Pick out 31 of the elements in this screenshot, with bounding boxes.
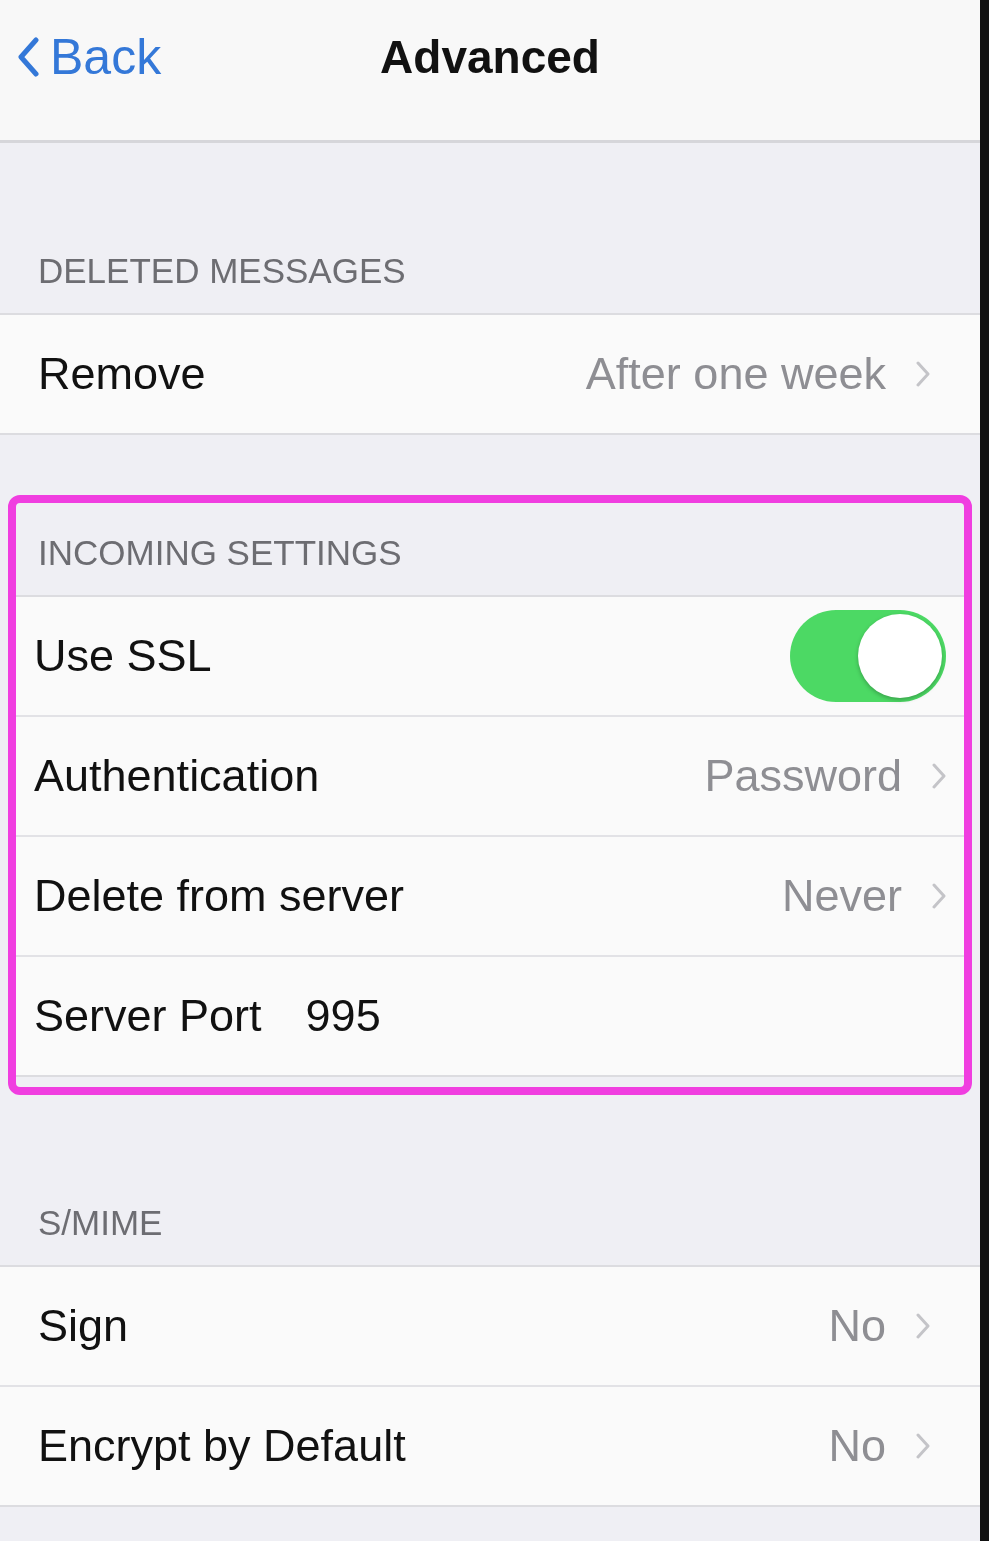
back-button[interactable]: Back [16,27,162,87]
section-header: INCOMING SETTINGS [37,532,403,574]
port-field[interactable]: 995 [305,990,381,1042]
screen-title: Advanced [380,30,600,84]
row-label: Use SSL [34,630,212,682]
row-value: Password [704,750,902,802]
row-value: No [828,1420,886,1472]
row-label: Delete from server [34,870,405,922]
row-label: Encrypt by Default [38,1420,406,1472]
row-label: Authentication [34,750,320,802]
row-label: Remove [38,348,206,400]
section-header: DELETED MESSAGES [37,250,407,292]
chevron-left-icon [16,37,40,77]
chevron-right-icon [916,1433,930,1459]
row-value: Never [781,870,902,922]
row-label: Server Port [34,990,262,1042]
row-value: After one week [585,348,886,400]
settings-row[interactable]: Delete from server Never [16,837,964,957]
row-value: No [828,1300,886,1352]
settings-row[interactable]: Remove After one week [0,315,980,433]
chevron-right-icon [916,1313,930,1339]
row-label: Sign [38,1300,129,1352]
section-header: S/MIME [37,1202,164,1244]
settings-row[interactable]: Authentication Password [16,717,964,837]
settings-row[interactable]: Use SSL [16,597,964,717]
settings-row[interactable]: Sign No [0,1267,980,1387]
chevron-right-icon [932,763,946,789]
chevron-right-icon [932,883,946,909]
settings-row[interactable]: Server Port 995 [16,957,964,1075]
settings-row[interactable]: Encrypt by Default No [0,1387,980,1505]
chevron-right-icon [916,361,930,387]
